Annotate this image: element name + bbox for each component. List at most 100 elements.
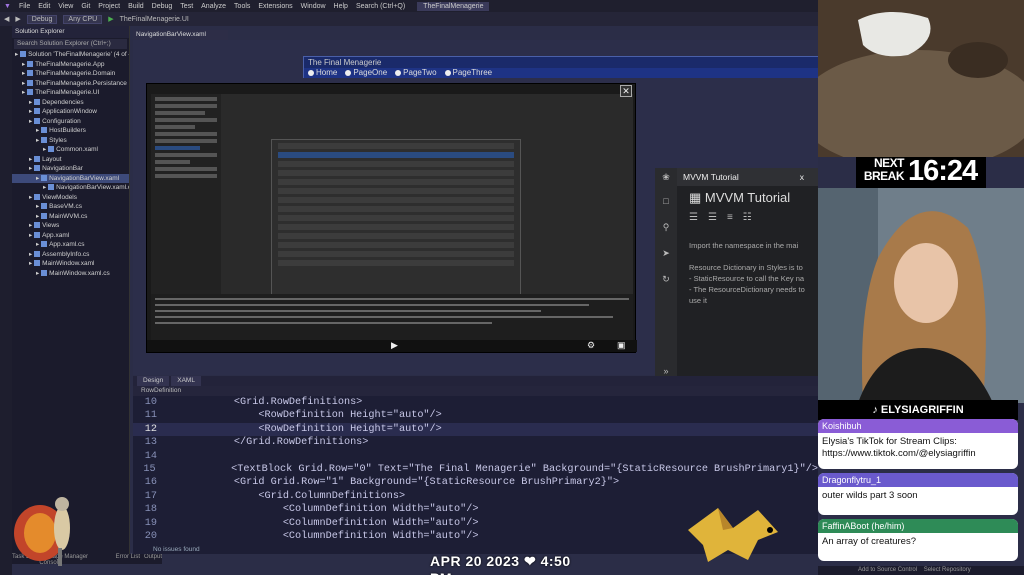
menu-help[interactable]: Help	[330, 3, 352, 10]
back-icon[interactable]: ◀	[4, 15, 9, 23]
config-dropdown[interactable]: Debug	[26, 14, 58, 24]
notes-line: Import the namespace in the mai	[689, 241, 799, 250]
align-icon[interactable]: ☰	[708, 212, 727, 223]
solution-node[interactable]: ▸ AssemblyInfo.cs	[12, 250, 129, 260]
menu-tools[interactable]: Tools	[230, 3, 254, 10]
solution-node[interactable]: ▸ MainWVM.cs	[12, 212, 129, 222]
video-add-item-dialog	[271, 139, 521, 304]
list-icon[interactable]: ≡	[727, 212, 743, 223]
radio-label: PageOne	[353, 68, 388, 77]
solution-node[interactable]: ▸ NavigationBarView.xaml	[12, 173, 129, 183]
tab-design[interactable]: Design	[137, 376, 170, 386]
code-line[interactable]: 10 <Grid.RowDefinitions>	[133, 396, 818, 409]
notes-tab-close[interactable]: x	[800, 168, 804, 186]
code-line[interactable]: 16 <Grid Grid.Row="1" Background="{Stati…	[133, 476, 818, 489]
solution-node[interactable]: ▸ TheFinalMenagerie.UI	[12, 88, 129, 98]
bottom-tab[interactable]: Output	[144, 554, 162, 564]
menu-debug[interactable]: Debug	[148, 3, 177, 10]
embedded-video[interactable]: ▶ ⚙ ▣	[146, 83, 637, 353]
solution-node[interactable]: ▸ ApplicationWindow	[12, 107, 129, 117]
solution-node[interactable]: ▸ HostBuilders	[12, 126, 129, 136]
book-icon[interactable]: ☷	[743, 212, 762, 223]
preview-radio[interactable]: PageTwo	[395, 68, 437, 78]
menu-test[interactable]: Test	[176, 3, 197, 10]
preview-radio[interactable]: PageThree	[444, 68, 492, 78]
solution-node[interactable]: ▸ Configuration	[12, 117, 129, 127]
notes-heading: ▦ MVVM Tutorial	[689, 190, 790, 206]
file-icon	[27, 70, 34, 77]
breadcrumb[interactable]: RowDefinition	[133, 386, 818, 396]
doc-icon: ▦	[689, 190, 702, 205]
solution-node-label: NavigationBarView.xaml.cs	[56, 184, 129, 191]
vs-logo-icon[interactable]: ▼	[0, 3, 15, 10]
bottom-tab[interactable]: Error List	[116, 554, 140, 564]
solution-node[interactable]: ▸ App.xaml.cs	[12, 240, 129, 250]
solution-node[interactable]: ▸ ViewModels	[12, 193, 129, 203]
solution-node[interactable]: ▸ Dependencies	[12, 98, 129, 108]
menu-analyze[interactable]: Analyze	[197, 3, 230, 10]
fullscreen-icon[interactable]: ▣	[617, 340, 626, 351]
solution-node[interactable]: ▸ BaseVM.cs	[12, 202, 129, 212]
solution-node[interactable]: ▸ Styles	[12, 136, 129, 146]
solution-node[interactable]: ▸ Views	[12, 221, 129, 231]
code-line[interactable]: 15 <TextBlock Grid.Row="0" Text="The Fin…	[133, 463, 818, 476]
code-line[interactable]: 14	[133, 450, 818, 463]
solution-node[interactable]: ▸ Solution 'TheFinalMenagerie' (4 of 4 p…	[12, 50, 129, 60]
code-line[interactable]: 12 <RowDefinition Height="auto"/>	[133, 422, 818, 437]
solution-node[interactable]: ▸ MainWindow.xaml	[12, 259, 129, 269]
tab-xaml[interactable]: XAML	[171, 376, 201, 386]
code-line[interactable]: 13 </Grid.RowDefinitions>	[133, 436, 818, 449]
menu-window[interactable]: Window	[297, 3, 330, 10]
solution-node[interactable]: ▸ NavigationBar	[12, 164, 129, 174]
gutter	[161, 490, 185, 503]
solution-node[interactable]: ▸ NavigationBarView.xaml.cs	[12, 183, 129, 193]
solution-node[interactable]: ▸ Common.xaml	[12, 145, 129, 155]
menu-git[interactable]: Git	[77, 3, 94, 10]
menu-view[interactable]: View	[54, 3, 77, 10]
settings-icon[interactable]: ⚙	[587, 340, 595, 351]
menu-project[interactable]: Project	[94, 3, 124, 10]
play-icon[interactable]: ▶	[391, 340, 398, 351]
send-icon[interactable]: ➤	[661, 248, 671, 258]
platform-dropdown[interactable]: Any CPU	[63, 14, 103, 24]
project-title: TheFinalMenagerie	[417, 1, 490, 11]
select-repository[interactable]: Select Repository	[924, 567, 971, 573]
gutter	[161, 409, 185, 422]
notes-body: Import the namespace in the mai Resource …	[689, 240, 817, 306]
tiktok-icon: ♪	[872, 404, 878, 416]
settings-icon[interactable]: ☰	[689, 212, 708, 223]
gutter	[161, 450, 185, 463]
solution-node[interactable]: ▸ MainWindow.xaml.cs	[12, 269, 129, 279]
code-line[interactable]: 11 <RowDefinition Height="auto"/>	[133, 409, 818, 422]
preview-radio[interactable]: PageOne	[345, 68, 387, 78]
notes-tab[interactable]: MVVM Tutorial x	[677, 168, 818, 186]
menu-extensions[interactable]: Extensions	[254, 3, 296, 10]
overlay-date: APR 20 2023	[430, 553, 520, 569]
gutter	[161, 436, 185, 449]
chat-message: Dragonflytru_1 outer wilds part 3 soon	[818, 473, 1018, 515]
document-tab[interactable]: NavigationBarView.xaml	[133, 30, 228, 40]
solution-node[interactable]: ▸ TheFinalMenagerie.Persistance	[12, 79, 129, 89]
menu-file[interactable]: File	[15, 3, 34, 10]
solution-node[interactable]: ▸ TheFinalMenagerie.App	[12, 60, 129, 70]
startup-project[interactable]: TheFinalMenagerie.UI	[120, 16, 189, 23]
history-icon[interactable]: ↻	[661, 274, 671, 284]
solution-node[interactable]: ▸ Layout	[12, 155, 129, 165]
preview-radio[interactable]: Home	[308, 68, 337, 78]
solution-search-input[interactable]: Search Solution Explorer (Ctrl+;)	[14, 39, 127, 49]
streamer-handle: ♪ ELYSIAGRIFFIN	[818, 400, 1018, 420]
add-source-control[interactable]: Add to Source Control	[858, 567, 917, 573]
video-close-button[interactable]: ✕	[620, 85, 632, 97]
run-icon[interactable]: ▶	[108, 15, 113, 23]
search-icon[interactable]: ⚲	[661, 222, 671, 232]
menu-edit[interactable]: Edit	[34, 3, 54, 10]
page-icon[interactable]: □	[661, 196, 671, 206]
notes-sidebar: ❀ □ ⚲ ➤ ↻ »	[655, 168, 677, 383]
solution-node[interactable]: ▸ App.xaml	[12, 231, 129, 241]
menu-build[interactable]: Build	[124, 3, 148, 10]
expand-icon[interactable]: »	[661, 366, 671, 376]
vs-search-input[interactable]: Search (Ctrl+Q)	[352, 3, 409, 10]
solution-node[interactable]: ▸ TheFinalMenagerie.Domain	[12, 69, 129, 79]
forward-icon[interactable]: ▶	[15, 15, 20, 23]
file-icon	[34, 117, 41, 124]
